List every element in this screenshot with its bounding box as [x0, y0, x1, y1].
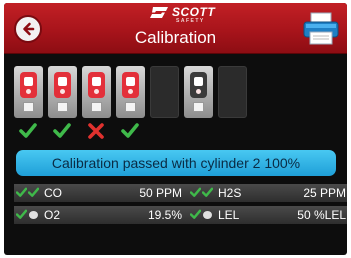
check-icon	[16, 187, 27, 197]
sensor-dot-icon	[203, 211, 212, 219]
gas-name: O2	[44, 208, 61, 222]
sensor-dot-icon	[29, 211, 38, 219]
monitor-icon	[88, 72, 105, 98]
gas-value: 50 %LEL	[297, 208, 346, 222]
device-slot-5[interactable]	[150, 66, 179, 118]
device-slot-6[interactable]	[184, 66, 213, 118]
check-icon	[16, 209, 27, 219]
monitor-icon	[190, 72, 207, 98]
device-slot-7[interactable]	[218, 66, 247, 118]
table-row: O2 19.5% LEL 50 %LEL	[14, 206, 347, 224]
fail-x-icon	[88, 123, 104, 139]
check-icon	[121, 123, 139, 138]
check-icon	[202, 187, 213, 197]
device-slot-1[interactable]	[14, 66, 43, 118]
table-row: CO 50 PPM H2S 25 PPM	[14, 184, 347, 202]
gas-value: 50 PPM	[139, 186, 182, 200]
monitor-icon	[54, 72, 71, 98]
monitor-icon	[122, 72, 139, 98]
device-slots	[14, 66, 254, 122]
check-icon	[19, 123, 37, 138]
brand-subtext: SAFETY	[176, 18, 205, 24]
gas-name: CO	[44, 186, 62, 200]
gas-name: H2S	[218, 186, 242, 200]
calibration-screen: SCOTT SAFETY Calibration Calibration pas…	[4, 3, 347, 255]
check-icon	[28, 187, 39, 197]
print-button[interactable]	[302, 11, 340, 47]
printer-icon	[303, 12, 339, 45]
brand-name: SCOTT	[172, 5, 216, 19]
gas-value: 25 PPM	[303, 186, 346, 200]
status-banner: Calibration passed with cylinder 2 100%	[16, 150, 336, 176]
header-bar: SCOTT SAFETY Calibration	[4, 3, 347, 54]
check-icon	[53, 123, 71, 138]
scott-logo-mark-icon	[150, 7, 168, 18]
monitor-icon	[20, 72, 37, 98]
gas-value: 19.5%	[147, 208, 182, 222]
check-icon	[190, 187, 201, 197]
gas-name: LEL	[218, 208, 240, 222]
check-icon	[190, 209, 201, 219]
device-slot-4[interactable]	[116, 66, 145, 118]
device-slot-2[interactable]	[48, 66, 77, 118]
brand-logo: SCOTT SAFETY	[150, 5, 232, 24]
device-slot-3[interactable]	[82, 66, 111, 118]
page-title: Calibration	[134, 28, 217, 47]
